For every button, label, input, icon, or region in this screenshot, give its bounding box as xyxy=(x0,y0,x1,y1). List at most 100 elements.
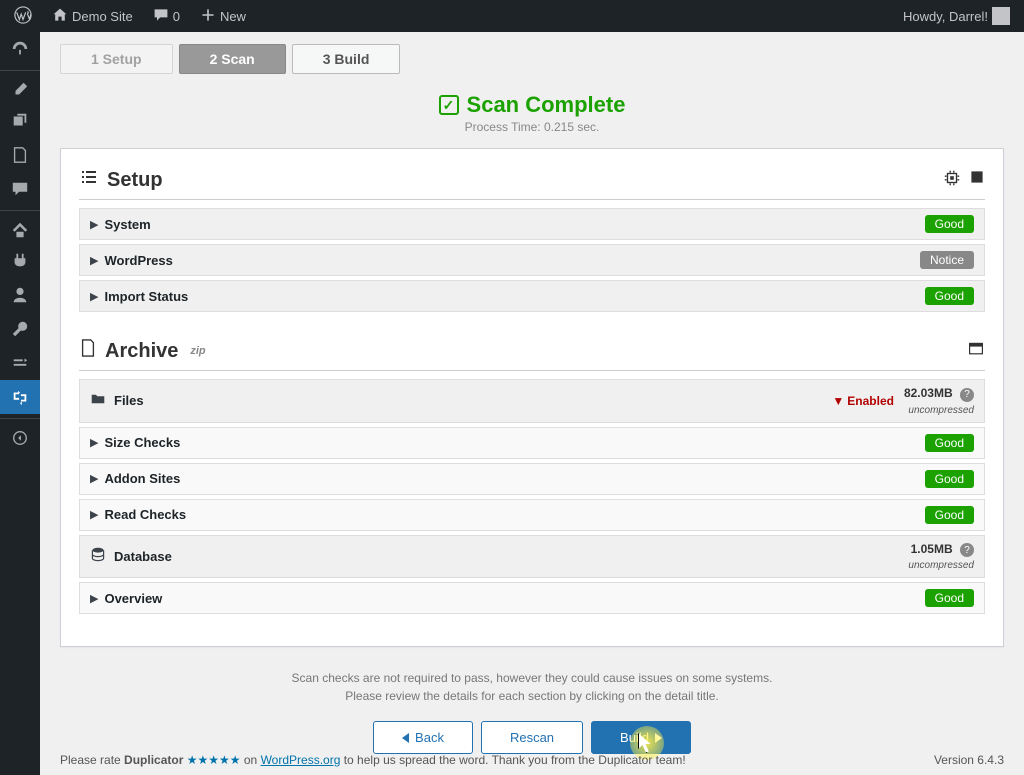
step-setup: 1 Setup xyxy=(60,44,173,74)
row-read-checks-label: Read Checks xyxy=(104,507,186,522)
help-icon[interactable]: ? xyxy=(960,543,974,557)
row-system-badge: Good xyxy=(925,215,974,233)
sidebar-collapse[interactable] xyxy=(0,418,40,452)
rating-footer: Please rate Duplicator ★★★★★ on WordPres… xyxy=(60,753,1004,767)
rate-stars: ★★★★★ xyxy=(187,753,241,767)
new-content-label: New xyxy=(220,9,246,24)
plus-icon xyxy=(200,7,216,26)
row-wordpress-label: WordPress xyxy=(104,253,172,268)
comments-count: 0 xyxy=(173,9,180,24)
row-addon-sites-badge: Good xyxy=(925,470,974,488)
sidebar-item-tools[interactable] xyxy=(0,312,40,346)
help-icon[interactable]: ? xyxy=(960,388,974,402)
cpu-icon[interactable] xyxy=(943,169,961,192)
sidebar-item-posts[interactable] xyxy=(0,70,40,104)
archive-format-sup: zip xyxy=(190,345,205,357)
caret-right-icon: ▶ xyxy=(90,436,98,449)
back-button[interactable]: Back xyxy=(373,721,473,754)
row-system[interactable]: ▶ System Good xyxy=(79,208,985,240)
howdy-text: Howdy, Darrel! xyxy=(903,9,988,24)
build-arrow-icon xyxy=(655,733,662,743)
footer-line-2: Please review the details for each secti… xyxy=(60,687,1004,705)
row-wordpress-badge: Notice xyxy=(920,251,974,269)
step-scan[interactable]: 2 Scan xyxy=(179,44,286,74)
sidebar-item-settings[interactable] xyxy=(0,346,40,380)
row-size-checks[interactable]: ▶ Size Checks Good xyxy=(79,427,985,459)
row-files[interactable]: Files ▼ Enabled 82.03MB ? uncompressed xyxy=(79,379,985,423)
footer-line-1: Scan checks are not required to pass, ho… xyxy=(60,669,1004,687)
row-import-badge: Good xyxy=(925,287,974,305)
files-size-note: uncompressed xyxy=(908,405,974,416)
row-addon-sites[interactable]: ▶ Addon Sites Good xyxy=(79,463,985,495)
rate-mid: on xyxy=(244,753,261,767)
sidebar-item-media[interactable] xyxy=(0,104,40,138)
sidebar-item-pages[interactable] xyxy=(0,138,40,172)
files-filter-enabled: ▼ Enabled xyxy=(832,394,894,408)
caret-right-icon: ▶ xyxy=(90,508,98,521)
section-archive-header: Archive zip xyxy=(79,334,985,371)
setup-list-icon xyxy=(79,167,99,193)
sidebar-item-dashboard[interactable] xyxy=(0,32,40,66)
site-name-text: Demo Site xyxy=(72,9,133,24)
row-files-label: Files xyxy=(114,393,144,408)
build-button-label: Build xyxy=(620,730,649,745)
sidebar-item-comments[interactable] xyxy=(0,172,40,206)
archive-section-title: Archive xyxy=(105,340,178,363)
row-read-checks[interactable]: ▶ Read Checks Good xyxy=(79,499,985,531)
new-content-menu[interactable]: New xyxy=(194,7,252,26)
sidebar-item-appearance[interactable] xyxy=(0,210,40,244)
step-build[interactable]: 3 Build xyxy=(292,44,401,74)
files-size-block: 82.03MB ? uncompressed xyxy=(904,386,974,416)
wizard-steps: 1 Setup 2 Scan 3 Build xyxy=(60,44,1004,74)
setup-section-title: Setup xyxy=(107,169,163,192)
caret-right-icon: ▶ xyxy=(90,290,98,303)
wp-logo-menu[interactable] xyxy=(8,6,38,27)
site-name-menu[interactable]: Demo Site xyxy=(46,7,139,26)
rate-post: to help us spread the word. Thank you fr… xyxy=(344,753,686,767)
back-button-label: Back xyxy=(415,730,444,745)
version-label: Version 6.4.3 xyxy=(934,753,1004,767)
row-size-checks-badge: Good xyxy=(925,434,974,452)
build-button[interactable]: Build xyxy=(591,721,691,754)
database-icon xyxy=(90,547,106,566)
row-wordpress[interactable]: ▶ WordPress Notice xyxy=(79,244,985,276)
window-icon[interactable] xyxy=(967,341,985,362)
sidebar-item-users[interactable] xyxy=(0,278,40,312)
row-overview-label: Overview xyxy=(104,591,162,606)
row-size-checks-label: Size Checks xyxy=(104,435,180,450)
caret-right-icon: ▶ xyxy=(90,472,98,485)
account-menu[interactable]: Howdy, Darrel! xyxy=(897,7,1016,25)
row-database[interactable]: Database 1.05MB ? uncompressed xyxy=(79,535,985,579)
caret-right-icon: ▶ xyxy=(90,254,98,267)
check-icon xyxy=(439,95,459,115)
db-size-note: uncompressed xyxy=(908,560,974,571)
row-import-status[interactable]: ▶ Import Status Good xyxy=(79,280,985,312)
scan-footer-note: Scan checks are not required to pass, ho… xyxy=(60,669,1004,705)
row-overview-badge: Good xyxy=(925,589,974,607)
caret-right-icon: ▶ xyxy=(90,592,98,605)
rescan-button[interactable]: Rescan xyxy=(481,721,583,754)
scan-result-header: Scan Complete Process Time: 0.215 sec. xyxy=(60,92,1004,134)
comment-icon xyxy=(153,7,169,26)
rescan-button-label: Rescan xyxy=(510,730,554,745)
files-size: 82.03MB xyxy=(904,386,953,400)
rate-pre: Please rate xyxy=(60,753,124,767)
row-overview[interactable]: ▶ Overview Good xyxy=(79,582,985,614)
folder-icon xyxy=(90,392,106,409)
sidebar-item-duplicator[interactable] xyxy=(0,380,40,414)
scan-card: Setup ▶ System Good ▶ WordPress Notice ▶… xyxy=(60,148,1004,647)
process-time: Process Time: 0.215 sec. xyxy=(60,120,1004,134)
fullscreen-icon[interactable] xyxy=(969,169,985,192)
action-buttons: Back Rescan Build xyxy=(60,721,1004,754)
comments-menu[interactable]: 0 xyxy=(147,7,186,26)
row-database-label: Database xyxy=(114,549,172,564)
scan-complete-title: Scan Complete xyxy=(467,92,626,118)
sidebar-item-plugins[interactable] xyxy=(0,244,40,278)
wordpress-org-link[interactable]: WordPress.org xyxy=(261,753,341,767)
caret-right-icon: ▶ xyxy=(90,218,98,231)
archive-file-icon xyxy=(79,338,97,364)
filter-icon: ▼ xyxy=(832,394,844,408)
home-icon xyxy=(52,7,68,26)
admin-toolbar: Demo Site 0 New Howdy, Darrel! xyxy=(0,0,1024,32)
wordpress-icon xyxy=(14,6,32,27)
